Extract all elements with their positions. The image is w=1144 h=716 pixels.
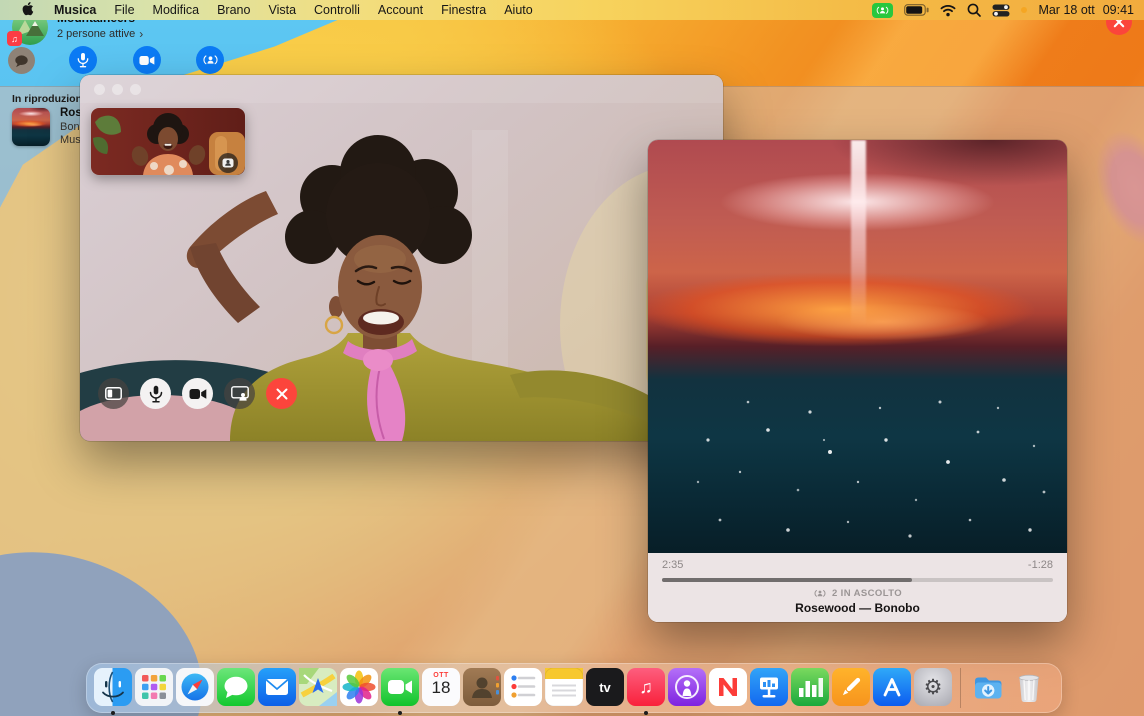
- spotlight-search-icon[interactable]: [967, 3, 981, 17]
- menu-item-controlli[interactable]: Controlli: [305, 3, 369, 17]
- zoom-window-button[interactable]: [130, 84, 141, 95]
- music-note-glyph: ♫: [639, 677, 653, 698]
- clock-date: Mar 18 ott: [1038, 3, 1094, 17]
- shareplay-icon: [202, 53, 219, 67]
- camera-toggle-button[interactable]: [182, 378, 213, 409]
- shareplay-listeners-icon: [813, 588, 827, 599]
- status-orange-dot: [1021, 7, 1027, 13]
- music-fullscreen-player-window: 2:35 -1:28 2 IN ASCOLTO Rosewood — Bonob…: [648, 140, 1067, 622]
- menu-item-aiuto[interactable]: Aiuto: [495, 3, 542, 17]
- dock-item-keynote[interactable]: [750, 668, 788, 706]
- dock-item-calendar[interactable]: OTT 18: [422, 668, 460, 706]
- apple-logo-icon: [21, 1, 34, 16]
- dock-item-maps[interactable]: [299, 668, 337, 706]
- menu-item-file[interactable]: File: [105, 3, 143, 17]
- camera-button[interactable]: [133, 46, 161, 74]
- active-people-row[interactable]: 2 persone attive ›: [57, 27, 143, 41]
- dock-item-system-settings[interactable]: ⚙: [914, 668, 952, 706]
- gear-icon: ⚙: [924, 675, 943, 700]
- chevron-right-icon: ›: [139, 27, 143, 41]
- dock-item-messages[interactable]: [217, 668, 255, 706]
- dock-item-trash[interactable]: [1010, 668, 1048, 706]
- video-camera-icon: [139, 55, 155, 66]
- dock-item-app-store[interactable]: [873, 668, 911, 706]
- microphone-icon: [77, 52, 89, 68]
- dock: OTT 18 tv ♫: [86, 663, 1062, 713]
- dock-item-podcasts[interactable]: [668, 668, 706, 706]
- remaining-time: -1:28: [1028, 559, 1053, 571]
- dock-item-tv[interactable]: tv: [586, 668, 624, 706]
- close-window-button[interactable]: [94, 84, 105, 95]
- minimize-window-button[interactable]: [112, 84, 123, 95]
- dock-item-finder[interactable]: [94, 668, 132, 706]
- menu-item-musica[interactable]: Musica: [45, 3, 105, 17]
- active-people-label: 2 persone attive: [57, 28, 135, 40]
- clock-time: 09:41: [1103, 3, 1134, 17]
- microphone-button[interactable]: [69, 46, 97, 74]
- dock-item-contacts[interactable]: [463, 668, 501, 706]
- elapsed-time: 2:35: [662, 559, 683, 571]
- window-traffic-lights: [94, 84, 141, 95]
- menu-item-account[interactable]: Account: [369, 3, 432, 17]
- calendar-day-label: 18: [432, 678, 451, 698]
- close-x-icon: [276, 388, 288, 400]
- chat-bubble-icon: [13, 53, 30, 69]
- now-playing-title: Rosewood — Bonobo: [662, 601, 1053, 615]
- now-playing-label: In riproduzione: [12, 93, 88, 105]
- control-center-icon[interactable]: [992, 4, 1010, 17]
- shareplay-status-icon[interactable]: [872, 3, 893, 18]
- end-call-button[interactable]: [266, 378, 297, 409]
- apple-menu[interactable]: [10, 1, 45, 19]
- sidebar-icon: [105, 387, 122, 400]
- dock-item-numbers[interactable]: [791, 668, 829, 706]
- listening-count-label: 2 IN ASCOLTO: [832, 588, 902, 599]
- dock-item-mail[interactable]: [258, 668, 296, 706]
- wifi-icon[interactable]: [940, 4, 956, 17]
- video-camera-icon: [189, 388, 207, 400]
- battery-icon[interactable]: [904, 4, 929, 16]
- pip-toggle-icon[interactable]: [218, 153, 238, 173]
- music-player-bar: 2:35 -1:28 2 IN ASCOLTO Rosewood — Bonob…: [648, 553, 1067, 622]
- menu-item-brano[interactable]: Brano: [208, 3, 259, 17]
- mute-microphone-button[interactable]: [140, 378, 171, 409]
- music-note-glyph: ♫: [11, 34, 18, 44]
- facetime-window: [80, 75, 723, 441]
- dock-item-downloads[interactable]: [969, 668, 1007, 706]
- tv-label: tv: [599, 680, 611, 695]
- album-art-rosewood: [648, 140, 1067, 553]
- messages-button[interactable]: [8, 47, 35, 74]
- menu-bar-clock[interactable]: Mar 18 ott 09:41: [1038, 3, 1134, 17]
- shareplay-person-icon: [875, 4, 890, 17]
- sidebar-toggle-button[interactable]: [98, 378, 129, 409]
- microphone-icon: [149, 385, 163, 403]
- shareplay-button[interactable]: [196, 46, 224, 74]
- menu-bar: Musica File Modifica Brano Vista Control…: [0, 0, 1144, 20]
- album-art-sparkles: [648, 140, 1067, 553]
- menu-item-modifica[interactable]: Modifica: [144, 3, 209, 17]
- facetime-controls: [98, 378, 297, 409]
- dock-item-photos[interactable]: [340, 668, 378, 706]
- menu-item-vista[interactable]: Vista: [259, 3, 305, 17]
- facetime-pip-tile[interactable]: [91, 108, 245, 175]
- dock-item-notes[interactable]: [545, 668, 583, 706]
- share-screen-icon: [231, 386, 249, 401]
- facetime-titlebar[interactable]: [80, 75, 723, 103]
- dock-item-reminders[interactable]: [504, 668, 542, 706]
- progress-bar[interactable]: [662, 578, 1053, 582]
- dock-item-pages[interactable]: [832, 668, 870, 706]
- dock-item-news[interactable]: [709, 668, 747, 706]
- dock-divider: [960, 668, 961, 708]
- shareplay-listening-row: 2 IN ASCOLTO: [662, 588, 1053, 599]
- music-app-badge: ♫: [7, 31, 22, 46]
- dock-item-safari[interactable]: [176, 668, 214, 706]
- progress-fill: [662, 578, 912, 582]
- menu-item-finestra[interactable]: Finestra: [432, 3, 495, 17]
- dock-item-music[interactable]: ♫: [627, 668, 665, 706]
- share-screen-button[interactable]: [224, 378, 255, 409]
- dock-item-launchpad[interactable]: [135, 668, 173, 706]
- track-artwork: [12, 108, 50, 146]
- dock-item-facetime[interactable]: [381, 668, 419, 706]
